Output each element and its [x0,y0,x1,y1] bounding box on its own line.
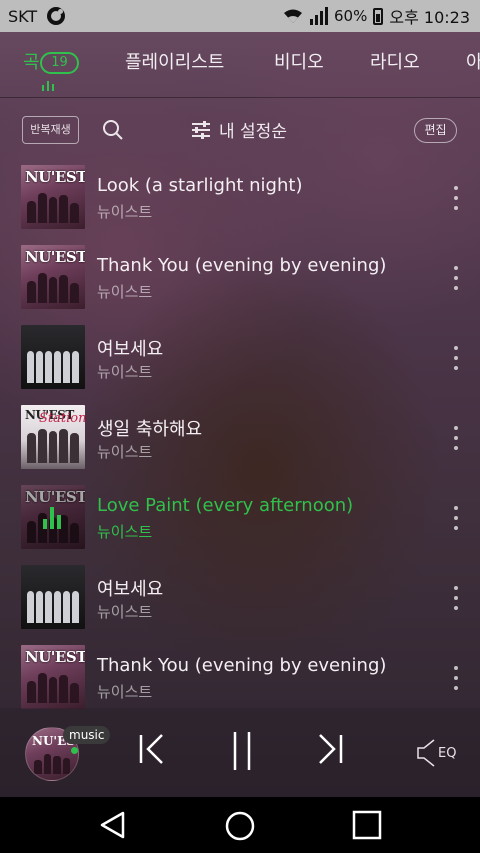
album-art: NU'EST [21,645,85,709]
album-art: NU'EST [21,485,85,549]
source-badge: music [63,726,111,744]
carrier-label: SKT [8,6,38,26]
sliders-icon [192,120,210,139]
song-title: Thank You (evening by evening) [97,655,387,676]
song-row[interactable]: NU'EST Station 생일 축하해요 뉴이스트 [0,401,480,481]
album-art-text: NU'EST [25,488,85,506]
more-options-icon[interactable] [450,186,462,210]
previous-track-icon[interactable] [138,733,166,765]
battery-percent: 60% [334,7,368,25]
song-row[interactable]: 여보세요 뉴이스트 [0,321,480,401]
album-art-text: NU'EST [25,648,85,666]
song-title: 생일 축하해요 [97,419,203,440]
song-artist: 뉴이스트 [97,203,153,221]
recent-apps-icon[interactable] [352,810,382,840]
album-art: NU'EST [21,245,85,309]
song-artist: 뉴이스트 [97,603,153,621]
system-nav-bar [0,797,480,853]
song-row[interactable]: 여보세요 뉴이스트 [0,561,480,641]
album-art-text: NU'EST [25,248,85,266]
song-list: NU'EST Look (a starlight night) 뉴이스트 NU'… [0,161,480,721]
tab-songs[interactable]: 곡 [23,48,40,74]
list-toolbar: 반복재생 내 설정순 편집 [0,99,480,161]
eq-button[interactable]: EQ [416,738,456,768]
speaker-icon [417,739,435,767]
edit-label: 편집 [424,123,447,137]
back-icon[interactable] [98,810,128,840]
album-art [21,565,85,629]
more-options-icon[interactable] [450,346,462,370]
song-title: 여보세요 [97,579,164,600]
pause-icon[interactable] [231,730,253,772]
tab-more[interactable]: 아 [466,48,480,74]
status-bar: SKT 60% 오후 10:23 [0,0,480,32]
more-options-icon[interactable] [450,266,462,290]
edit-button[interactable]: 편집 [414,118,457,143]
sort-label: 내 설정순 [219,122,287,142]
more-options-icon[interactable] [450,586,462,610]
album-art-text: NU'EST [25,168,85,186]
eq-label: EQ [438,745,457,761]
song-row[interactable]: NU'EST Thank You (evening by evening) 뉴이… [0,241,480,321]
song-row-playing[interactable]: NU'EST Love Paint (every afternoon) 뉴이스트 [0,481,480,561]
song-title: Thank You (evening by evening) [97,255,387,276]
home-icon[interactable] [224,810,256,842]
song-artist: 뉴이스트 [97,283,153,301]
song-artist: 뉴이스트 [97,523,153,541]
album-art [21,325,85,389]
song-artist: 뉴이스트 [97,443,153,461]
song-row[interactable]: NU'EST Look (a starlight night) 뉴이스트 [0,161,480,241]
battery-icon [373,7,384,25]
search-icon[interactable] [102,119,124,141]
next-track-icon[interactable] [316,733,344,765]
now-playing-bars-icon [42,81,54,91]
mini-player: NU'EST music EQ [0,708,480,797]
sort-button[interactable]: 내 설정순 [191,117,287,142]
song-count-badge: 19 [40,52,79,74]
tab-bar: 곡 19 플레이리스트 비디오 라디오 아 [0,32,480,98]
notification-circle-icon [47,7,66,25]
tab-playlist[interactable]: 플레이리스트 [125,48,224,74]
tab-radio[interactable]: 라디오 [370,48,420,74]
more-options-icon[interactable] [450,666,462,690]
tab-video[interactable]: 비디오 [274,48,324,74]
repeat-label: 반복재생 [30,123,71,136]
album-art: NU'EST Station [21,405,85,469]
song-artist: 뉴이스트 [97,363,153,381]
song-title: Look (a starlight night) [97,175,303,196]
song-title: Love Paint (every afternoon) [97,495,354,516]
signal-icon [310,7,328,25]
more-options-icon[interactable] [450,426,462,450]
wifi-icon [284,9,302,23]
repeat-button[interactable]: 반복재생 [22,116,79,144]
now-playing-equalizer-icon [43,507,61,529]
more-options-icon[interactable] [450,506,462,530]
album-art: NU'EST [21,165,85,229]
album-art-subtext: Station [39,411,85,426]
song-title: 여보세요 [97,339,164,360]
song-artist: 뉴이스트 [97,683,153,701]
clock: 오후 10:23 [389,8,470,27]
playing-dot-icon [71,747,78,754]
